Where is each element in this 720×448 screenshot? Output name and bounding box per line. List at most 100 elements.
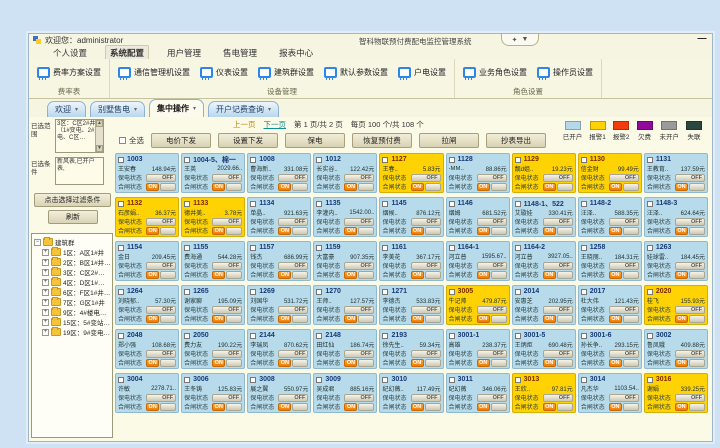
- hezha-toggle[interactable]: ON: [543, 271, 573, 279]
- ribbon-button[interactable]: 业务角色设置: [463, 67, 527, 78]
- baodian-toggle[interactable]: OFF: [477, 394, 507, 402]
- hezha-toggle[interactable]: ON: [212, 315, 242, 323]
- hezha-toggle[interactable]: ON: [411, 403, 441, 411]
- baodian-toggle[interactable]: OFF: [344, 262, 374, 270]
- baodian-toggle[interactable]: OFF: [278, 262, 308, 270]
- baodian-toggle[interactable]: OFF: [675, 350, 705, 358]
- card-checkbox[interactable]: [581, 289, 587, 295]
- tab-dropdown-icon[interactable]: ▾: [193, 105, 196, 112]
- hezha-toggle[interactable]: ON: [543, 403, 573, 411]
- baodian-toggle[interactable]: OFF: [212, 350, 242, 358]
- card-checkbox[interactable]: [184, 245, 190, 251]
- baodian-toggle[interactable]: OFF: [477, 218, 507, 226]
- card-checkbox[interactable]: [250, 333, 256, 339]
- card-checkbox[interactable]: [250, 245, 256, 251]
- card-checkbox[interactable]: [250, 201, 256, 207]
- card-checkbox[interactable]: [118, 333, 124, 339]
- hezha-toggle[interactable]: ON: [146, 403, 176, 411]
- baodian-toggle[interactable]: OFF: [543, 262, 573, 270]
- tree-item-3[interactable]: +4区：D区1#井（D区1…: [34, 277, 111, 287]
- card-checkbox[interactable]: [250, 377, 256, 383]
- card-checkbox[interactable]: [581, 201, 587, 207]
- card-checkbox[interactable]: [118, 157, 124, 163]
- card-checkbox[interactable]: [515, 245, 521, 251]
- card-checkbox[interactable]: [515, 333, 521, 339]
- expand-icon[interactable]: +: [42, 249, 49, 256]
- hezha-toggle[interactable]: ON: [278, 403, 308, 411]
- baodian-toggle[interactable]: OFF: [609, 174, 639, 182]
- hezha-toggle[interactable]: ON: [411, 315, 441, 323]
- menu-item-2[interactable]: 用户管理: [163, 46, 205, 60]
- tab-1[interactable]: 别墅售电▾: [90, 101, 145, 117]
- baodian-toggle[interactable]: OFF: [477, 262, 507, 270]
- card-checkbox[interactable]: [647, 377, 653, 383]
- baodian-toggle[interactable]: OFF: [411, 306, 441, 314]
- baodian-toggle[interactable]: OFF: [278, 218, 308, 226]
- hezha-toggle[interactable]: ON: [675, 403, 705, 411]
- card-checkbox[interactable]: [184, 201, 190, 207]
- menu-item-4[interactable]: 报表中心: [275, 46, 317, 60]
- menu-item-0[interactable]: 个人设置: [49, 46, 91, 60]
- baodian-toggle[interactable]: OFF: [675, 174, 705, 182]
- baodian-toggle[interactable]: OFF: [543, 218, 573, 226]
- hezha-toggle[interactable]: ON: [212, 403, 242, 411]
- card-checkbox[interactable]: [382, 377, 388, 383]
- baodian-toggle[interactable]: OFF: [278, 394, 308, 402]
- card-checkbox[interactable]: [382, 289, 388, 295]
- tree-item-0[interactable]: +1区：A区1#井: [34, 247, 111, 257]
- hezha-toggle[interactable]: ON: [278, 183, 308, 191]
- card-checkbox[interactable]: [515, 289, 521, 295]
- hezha-toggle[interactable]: ON: [344, 315, 374, 323]
- hezha-toggle[interactable]: ON: [543, 359, 573, 367]
- baodian-toggle[interactable]: OFF: [609, 350, 639, 358]
- card-checkbox[interactable]: [250, 157, 256, 163]
- expand-icon[interactable]: +: [42, 309, 49, 316]
- ribbon-button[interactable]: 通信管理机设置: [118, 67, 190, 78]
- tree-item-2[interactable]: +3区：C区2#井（1#变…: [34, 267, 111, 277]
- hezha-toggle[interactable]: ON: [675, 271, 705, 279]
- ribbon-button[interactable]: 户电设置: [398, 67, 446, 78]
- baodian-toggle[interactable]: OFF: [278, 174, 308, 182]
- card-checkbox[interactable]: [647, 245, 653, 251]
- card-checkbox[interactable]: [449, 157, 455, 163]
- expand-icon[interactable]: +: [42, 299, 49, 306]
- tab-2[interactable]: 集中操作▾: [149, 99, 204, 117]
- hezha-toggle[interactable]: ON: [543, 227, 573, 235]
- baodian-toggle[interactable]: OFF: [543, 174, 573, 182]
- toolbar-button-3[interactable]: 恢复预付费: [352, 133, 412, 148]
- hezha-toggle[interactable]: ON: [609, 359, 639, 367]
- card-checkbox[interactable]: [184, 377, 190, 383]
- ribbon-collapse-control[interactable]: ✦ ▼: [501, 34, 539, 46]
- ribbon-button[interactable]: 仪表设置: [200, 67, 248, 78]
- baodian-toggle[interactable]: OFF: [411, 350, 441, 358]
- card-checkbox[interactable]: [449, 377, 455, 383]
- baodian-toggle[interactable]: OFF: [344, 218, 374, 226]
- hezha-toggle[interactable]: ON: [477, 271, 507, 279]
- tree-item-1[interactable]: +2区：B区1#井/B区1#…: [34, 257, 111, 267]
- ribbon-button[interactable]: 建筑群设置: [258, 67, 314, 78]
- card-checkbox[interactable]: [316, 333, 322, 339]
- hezha-toggle[interactable]: ON: [411, 271, 441, 279]
- hezha-toggle[interactable]: ON: [543, 315, 573, 323]
- card-checkbox[interactable]: [118, 245, 124, 251]
- hezha-toggle[interactable]: ON: [477, 227, 507, 235]
- tree-item-6[interactable]: +9区：4#楼电井（4#楼…: [34, 307, 111, 317]
- hezha-toggle[interactable]: ON: [675, 183, 705, 191]
- hezha-toggle[interactable]: ON: [543, 183, 573, 191]
- hezha-toggle[interactable]: ON: [278, 227, 308, 235]
- expand-icon[interactable]: +: [42, 269, 49, 276]
- hezha-toggle[interactable]: ON: [278, 359, 308, 367]
- hezha-toggle[interactable]: ON: [411, 227, 441, 235]
- card-checkbox[interactable]: [316, 201, 322, 207]
- baodian-toggle[interactable]: OFF: [344, 350, 374, 358]
- baodian-toggle[interactable]: OFF: [609, 306, 639, 314]
- baodian-toggle[interactable]: OFF: [212, 394, 242, 402]
- card-checkbox[interactable]: [515, 201, 521, 207]
- card-checkbox[interactable]: [184, 157, 190, 163]
- expand-icon[interactable]: +: [42, 279, 49, 286]
- hezha-toggle[interactable]: ON: [411, 359, 441, 367]
- card-checkbox[interactable]: [581, 333, 587, 339]
- hezha-toggle[interactable]: ON: [344, 359, 374, 367]
- baodian-toggle[interactable]: OFF: [278, 350, 308, 358]
- baodian-toggle[interactable]: OFF: [543, 350, 573, 358]
